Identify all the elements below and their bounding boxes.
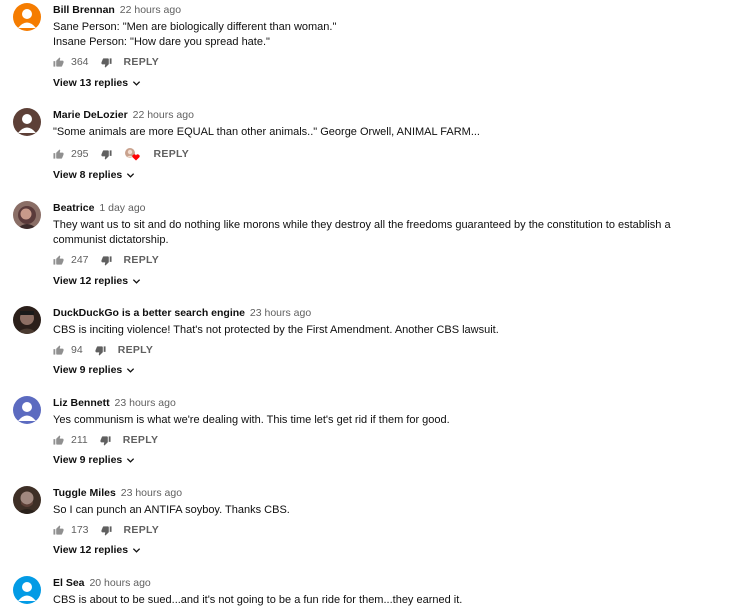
chevron-down-icon	[127, 172, 135, 178]
author-name[interactable]: Beatrice	[53, 202, 94, 214]
like-count: 295	[71, 148, 89, 160]
chevron-down-icon	[127, 367, 135, 373]
comment-text: Yes communism is what we're dealing with…	[53, 414, 450, 426]
comment-header: Beatrice 1 day ago	[53, 202, 146, 215]
thumbs-up-icon[interactable]	[53, 56, 64, 68]
chevron-down-icon	[133, 80, 141, 86]
comment-text: CBS is inciting violence! That's not pro…	[53, 324, 499, 336]
thumbs-up-icon[interactable]	[53, 254, 64, 266]
creator-heart-icon	[124, 147, 140, 161]
like-count: 247	[71, 254, 89, 266]
author-name[interactable]: El Sea	[53, 577, 85, 589]
thumbs-down-icon[interactable]	[100, 57, 112, 68]
comment-actions: 364 REPLY	[53, 54, 159, 70]
avatar[interactable]	[13, 201, 41, 229]
view-replies-button[interactable]: View 12 replies	[53, 274, 141, 288]
thumbs-up-icon[interactable]	[53, 434, 64, 446]
author-name[interactable]: Liz Bennett	[53, 397, 110, 409]
comment-actions: 295 REPLY	[53, 146, 189, 162]
view-replies-button[interactable]: View 12 replies	[53, 543, 141, 557]
reply-button[interactable]: REPLY	[124, 56, 160, 68]
comment-header: DuckDuckGo is a better search engine 23 …	[53, 307, 311, 320]
avatar[interactable]	[13, 576, 41, 604]
thumbs-up-icon[interactable]	[53, 148, 64, 160]
timestamp[interactable]: 20 hours ago	[89, 577, 150, 589]
comment-actions: 211 REPLY	[53, 432, 158, 448]
author-name[interactable]: Bill Brennan	[53, 4, 115, 16]
comment-actions: 173 REPLY	[53, 522, 159, 538]
chevron-down-icon	[133, 547, 141, 553]
view-replies-label: View 12 replies	[53, 275, 129, 287]
profile-photo	[13, 306, 41, 334]
avatar[interactable]	[13, 486, 41, 514]
avatar[interactable]	[13, 306, 41, 334]
comment-header: Bill Brennan 22 hours ago	[53, 4, 181, 17]
timestamp[interactable]: 23 hours ago	[115, 397, 176, 409]
thumbs-down-icon[interactable]	[95, 345, 106, 356]
profile-photo	[13, 201, 41, 229]
view-replies-button[interactable]: View 9 replies	[53, 363, 135, 377]
person-icon	[13, 108, 41, 136]
view-replies-label: View 13 replies	[53, 77, 129, 89]
view-replies-button[interactable]: View 8 replies	[53, 168, 135, 182]
reply-button[interactable]: REPLY	[124, 524, 160, 536]
thumbs-down-icon[interactable]	[100, 149, 112, 160]
avatar[interactable]	[13, 108, 41, 136]
view-replies-label: View 9 replies	[53, 364, 123, 376]
reply-button[interactable]: REPLY	[124, 254, 160, 266]
thumbs-down-icon[interactable]	[100, 525, 112, 536]
timestamp[interactable]: 23 hours ago	[250, 307, 311, 319]
comment-actions: 247 REPLY	[53, 252, 159, 268]
reply-button[interactable]: REPLY	[118, 344, 154, 356]
comment-text: Sane Person: "Men are biologically diffe…	[53, 21, 337, 48]
comment-header: Liz Bennett 23 hours ago	[53, 397, 176, 410]
comment-text: CBS is about to be sued...and it's not g…	[53, 594, 463, 606]
timestamp[interactable]: 23 hours ago	[121, 487, 182, 499]
timestamp[interactable]: 1 day ago	[99, 202, 145, 214]
timestamp[interactable]: 22 hours ago	[120, 4, 181, 16]
person-icon	[13, 396, 41, 424]
view-replies-label: View 8 replies	[53, 169, 123, 181]
thumbs-up-icon[interactable]	[53, 524, 64, 536]
reply-button[interactable]: REPLY	[154, 148, 190, 160]
reply-button[interactable]: REPLY	[123, 434, 159, 446]
comment-text: So I can punch an ANTIFA soyboy. Thanks …	[53, 504, 290, 516]
chevron-down-icon	[133, 278, 141, 284]
view-replies-button[interactable]: View 13 replies	[53, 76, 141, 90]
author-name[interactable]: DuckDuckGo is a better search engine	[53, 307, 245, 319]
thumbs-down-icon[interactable]	[100, 435, 111, 446]
avatar[interactable]	[13, 396, 41, 424]
like-count: 211	[71, 434, 88, 446]
comment-header: El Sea 20 hours ago	[53, 577, 151, 590]
view-replies-label: View 12 replies	[53, 544, 129, 556]
comment-text: They want us to sit and do nothing like …	[53, 219, 671, 246]
view-replies-button[interactable]: View 9 replies	[53, 453, 135, 467]
comment-header: Marie DeLozier 22 hours ago	[53, 109, 194, 122]
comment-text: "Some animals are more EQUAL than other …	[53, 126, 480, 138]
chevron-down-icon	[127, 457, 135, 463]
person-icon	[13, 576, 41, 604]
comment-actions: 94 REPLY	[53, 342, 153, 358]
author-name[interactable]: Marie DeLozier	[53, 109, 128, 121]
profile-photo	[13, 486, 41, 514]
person-icon	[13, 3, 41, 31]
thumbs-up-icon[interactable]	[53, 344, 64, 356]
thumbs-down-icon[interactable]	[100, 255, 112, 266]
comment-header: Tuggle Miles 23 hours ago	[53, 487, 182, 500]
like-count: 173	[71, 524, 89, 536]
view-replies-label: View 9 replies	[53, 454, 123, 466]
like-count: 364	[71, 56, 89, 68]
timestamp[interactable]: 22 hours ago	[133, 109, 194, 121]
like-count: 94	[71, 344, 83, 356]
avatar[interactable]	[13, 3, 41, 31]
author-name[interactable]: Tuggle Miles	[53, 487, 116, 499]
